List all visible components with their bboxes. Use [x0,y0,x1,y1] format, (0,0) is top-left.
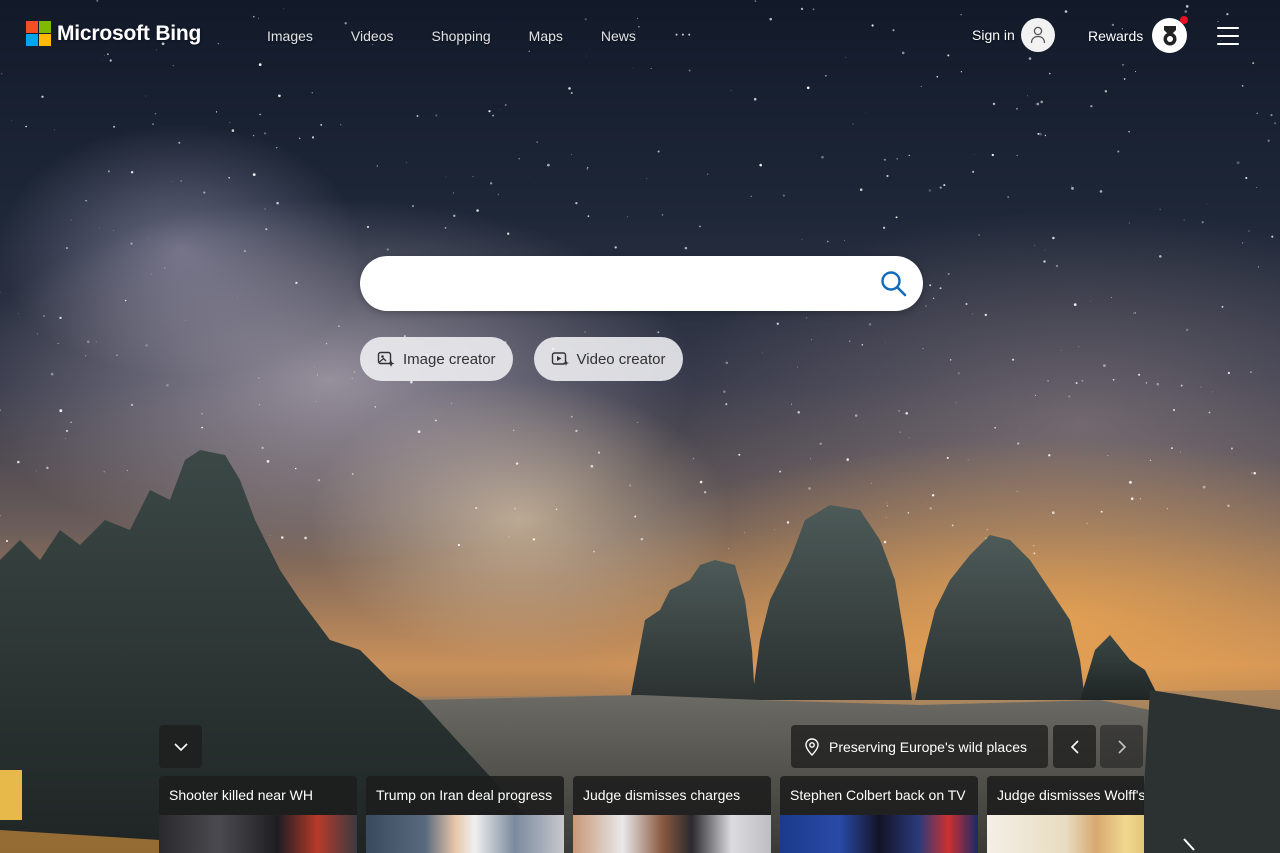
chevron-down-icon [173,742,188,751]
rewards-label: Rewards [1088,27,1144,44]
news-card[interactable]: Stephen Colbert back on TV [780,776,978,853]
brand-name: Microsoft Bing [57,21,202,45]
news-title: Stephen Colbert back on TV [780,776,978,815]
news-thumbnail [780,815,978,853]
news-title: Trump on Iran deal progress [366,776,564,815]
chevron-right-icon [1117,739,1126,754]
nav-shopping[interactable]: Shopping [431,27,490,45]
hamburger-menu-icon[interactable] [1217,27,1239,45]
news-thumbnail [159,815,357,853]
news-card[interactable]: Trump on Iran deal progress [366,776,564,853]
sign-in-label: Sign in [972,27,1015,43]
news-next-chevron-icon[interactable] [1180,838,1200,853]
image-creator-button[interactable]: Image creator [360,337,513,381]
nav-news[interactable]: News [601,27,636,45]
news-title: Judge dismisses Wolff's [987,776,1144,815]
creator-chips: Image creator Video creator [360,337,683,381]
news-title: Judge dismisses charges [573,776,771,815]
news-card[interactable]: Judge dismisses charges [573,776,771,853]
nav-images[interactable]: Images [267,27,313,45]
user-avatar-icon [1020,18,1055,52]
search-box [360,256,923,311]
microsoft-logo-icon [26,21,51,46]
chevron-left-icon [1070,739,1079,754]
news-thumbnail [987,815,1144,853]
rewards-medal-icon [1152,16,1189,53]
nav-maps[interactable]: Maps [529,27,563,45]
video-creator-button[interactable]: Video creator [533,337,683,381]
background-info-button[interactable]: Preserving Europe's wild places [791,725,1048,768]
image-creator-label: Image creator [403,350,496,368]
search-icon[interactable] [879,269,909,299]
news-thumbnail [366,815,564,853]
nav-videos[interactable]: Videos [351,27,394,45]
search-input[interactable] [384,256,864,311]
news-card[interactable]: Judge dismisses Wolff's [987,776,1144,853]
sign-in-button[interactable]: Sign in [972,18,1055,52]
nav-more-icon[interactable]: ··· [674,27,693,45]
top-nav: Images Videos Shopping Maps News ··· [267,27,693,45]
video-creator-label: Video creator [576,350,666,368]
news-thumbnail [573,815,771,853]
image-sparkle-icon [377,351,395,367]
previous-image-button[interactable] [1053,725,1096,768]
next-image-button[interactable] [1100,725,1143,768]
location-label: Preserving Europe's wild places [829,738,1027,755]
collapse-feed-button[interactable] [159,725,202,768]
news-card[interactable]: Shooter killed near WH [159,776,357,853]
news-title: Shooter killed near WH [159,776,357,815]
video-sparkle-icon [551,352,569,366]
bing-logo[interactable]: Microsoft Bing [26,21,201,46]
rewards-button[interactable]: Rewards [1088,16,1189,53]
location-pin-icon [805,737,819,756]
news-feed: Shooter killed near WH Trump on Iran dea… [159,776,1144,853]
notification-dot [1180,16,1189,24]
